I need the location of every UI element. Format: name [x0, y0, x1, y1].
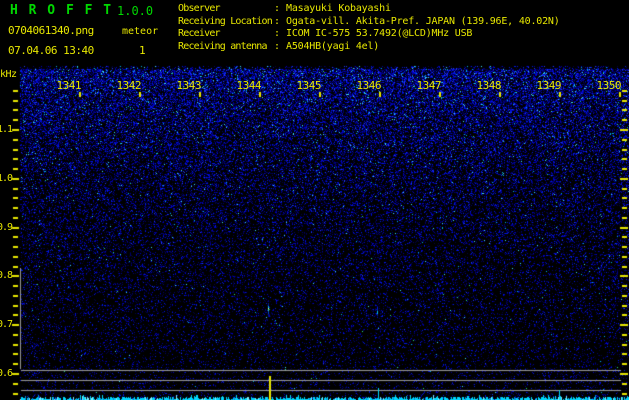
freq-tick-label: 1.1: [0, 124, 13, 135]
spectrogram-canvas: [0, 0, 629, 400]
app-version: 1.0.0: [117, 4, 154, 18]
info-value: A504HB(yagi 4el): [286, 40, 380, 52]
info-row-observer: Observer : Masayuki Kobayashi: [178, 3, 560, 16]
freq-tick-label: 0.8: [0, 270, 13, 281]
file-name: 0704061340.png: [8, 24, 94, 37]
time-tick-label: 1347: [416, 79, 442, 92]
info-colon: :: [274, 28, 281, 39]
info-colon: :: [274, 40, 281, 52]
info-row-receiver: Receiver : ICOM IC-575 53.7492(@LCD)MHz …: [178, 28, 560, 41]
time-tick-label: 1345: [296, 79, 322, 92]
info-value: Masayuki Kobayashi: [286, 3, 391, 14]
freq-tick-label: 0.7: [0, 319, 13, 330]
time-tick-label: 1341: [56, 79, 82, 92]
record-timestamp: 07.04.06 13:40: [8, 44, 94, 57]
freq-tick-label: 0.9: [0, 222, 13, 233]
info-row-location: Receiving Location : Ogata-vill. Akita-P…: [178, 16, 560, 29]
meteor-count: 1: [139, 44, 146, 57]
freq-tick-label: 1.0: [0, 173, 13, 184]
time-tick-label: 1350: [596, 79, 622, 92]
freq-unit-label: kHz: [0, 69, 17, 80]
info-label: Observer: [178, 3, 221, 14]
info-row-antenna: Receiving antenna : A504HB(yagi 4el): [178, 41, 560, 54]
info-table: Observer : Masayuki Kobayashi Receiving …: [178, 3, 560, 53]
freq-tick-label: 0.6: [0, 368, 13, 379]
time-tick-label: 1344: [236, 79, 262, 92]
info-colon: :: [274, 15, 281, 27]
time-tick-label: 1342: [116, 79, 142, 92]
info-label: Receiving Location: [178, 15, 273, 27]
info-label: Receiver: [178, 28, 221, 39]
app-title: H R O F F T: [10, 3, 113, 18]
time-tick-label: 1348: [476, 79, 502, 92]
info-label: Receiving antenna: [178, 40, 268, 52]
time-tick-label: 1343: [176, 79, 202, 92]
info-value: ICOM IC-575 53.7492(@LCD)MHz USB: [286, 28, 473, 39]
time-tick-label: 1346: [356, 79, 382, 92]
hrofft-screen: H R O F F T 1.0.0 0704061340.png meteor …: [0, 0, 629, 400]
time-tick-label: 1349: [536, 79, 562, 92]
mode-label: meteor: [122, 26, 159, 37]
info-value: Ogata-vill. Akita-Pref. JAPAN (139.96E, …: [286, 15, 560, 27]
info-colon: :: [274, 3, 281, 14]
